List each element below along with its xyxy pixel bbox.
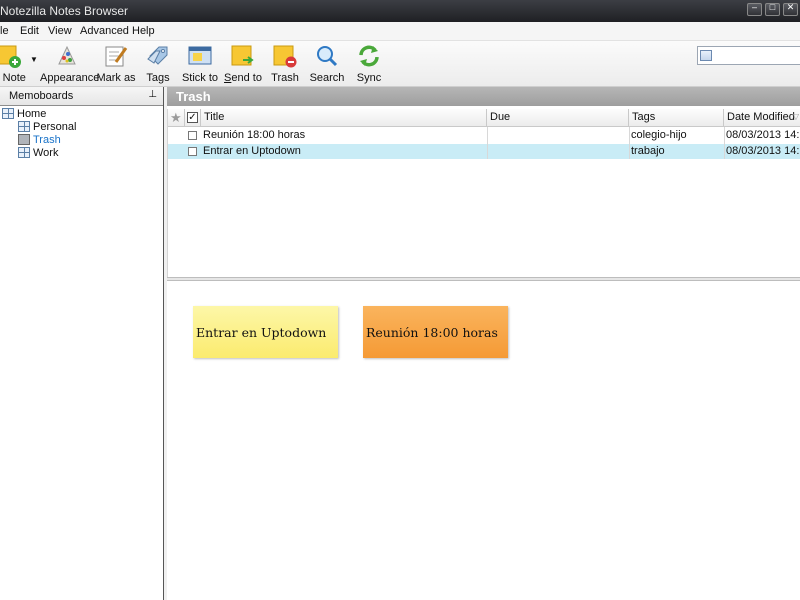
window-title: Notezilla Notes Browser [0,4,129,18]
row-checkbox[interactable] [188,131,197,140]
sync-icon [357,44,381,68]
trash-label: Trash [271,72,299,84]
checkmark-icon: ✓ [187,112,198,123]
sticky-note[interactable]: Entrar en Uptodown [193,306,338,358]
memoboards-panel: Memoboards ⊥ Home Personal Trash Work [0,87,164,600]
row-tags: colegio-hijo [631,129,687,141]
column-due-label: Due [490,111,511,123]
menu-edit[interactable]: Edit [20,25,39,37]
quick-search-input[interactable] [697,46,800,65]
close-button[interactable]: ✕ [783,2,798,16]
column-tags-label: Tags [632,111,656,123]
appearance-label: Appearance [40,72,100,84]
menu-file[interactable]: le [0,25,9,37]
search-button[interactable]: Search [308,44,346,84]
stick-to-icon [188,44,212,68]
trash-board-icon [18,134,30,145]
new-note-button[interactable]: v Note [0,44,32,84]
memoboards-header: Memoboards ⊥ [0,87,163,106]
column-tags[interactable]: Tags [629,109,724,127]
appearance-icon [55,44,79,68]
row-title: Reunión 18:00 horas [203,129,306,141]
sort-icon: ▽ [792,112,799,121]
menu-bar: le Edit View Advanced Help [0,22,800,41]
row-tags: trabajo [631,145,665,157]
mark-as-label: Mark as [96,72,136,84]
maximize-button[interactable]: □ [765,2,780,16]
column-date-modified[interactable]: Date Modified ▽ [724,109,800,127]
trash-icon [273,44,297,68]
new-note-label: v Note [0,72,26,84]
sticky-note[interactable]: Reunión 18:00 horas [363,306,508,358]
send-to-button[interactable]: Send to [224,44,262,84]
column-title[interactable]: Title [201,109,487,127]
send-to-label: Send to [224,72,262,84]
notes-canvas: Entrar en Uptodown Reunión 18:00 horas [167,281,800,600]
row-date-modified: 08/03/2013 14:14: [726,129,800,141]
new-note-icon [0,44,22,68]
trash-button[interactable]: Trash [268,44,302,84]
toolbar: v Note ▼ Appearance Mark as Tags Stick t… [0,41,800,87]
table-row[interactable]: Entrar en Uptodown trabajo 08/03/2013 14… [168,144,800,159]
tree-item-label: Personal [33,121,77,133]
tags-label: Tags [146,72,170,84]
tree-item-trash[interactable]: Trash [18,134,61,147]
sync-label: Sync [356,72,382,84]
sync-button[interactable]: Sync [352,44,386,84]
board-title: Trash [167,87,800,106]
note-filter-icon [700,50,712,61]
new-note-dropdown-icon[interactable]: ▼ [30,55,38,64]
memoboard-pane: Trash ★ ✓ Title Due Tags Date Modified ▽… [167,87,800,600]
title-bar: Notezilla Notes Browser – □ ✕ [0,0,800,22]
stick-to-label: Stick to [181,72,219,84]
pin-icon[interactable]: ⊥ [148,89,157,100]
column-check[interactable]: ✓ [185,109,201,127]
notes-list: ★ ✓ Title Due Tags Date Modified ▽ Reuni… [167,109,800,277]
column-divider [724,127,725,159]
row-title: Entrar en Uptodown [203,145,301,157]
column-star[interactable]: ★ [168,109,185,127]
memoboard-icon [18,147,30,158]
send-to-icon [231,44,255,68]
mark-as-button[interactable]: Mark as [96,44,136,84]
row-date-modified: 08/03/2013 14:10: [726,145,800,157]
column-divider [629,127,630,159]
tree-item-label: Trash [33,134,61,146]
tree-item-label: Home [17,108,47,120]
memoboard-icon [2,108,14,119]
mark-as-icon [104,44,128,68]
tags-icon [146,44,170,68]
menu-advanced[interactable]: Advanced [80,25,129,37]
appearance-button[interactable]: Appearance [40,44,100,84]
memoboard-icon [18,121,30,132]
search-icon [315,44,339,68]
column-due[interactable]: Due [487,109,629,127]
tree-item-work[interactable]: Work [18,147,58,160]
tree-item-label: Work [33,147,59,159]
minimize-button[interactable]: – [747,2,762,16]
star-icon: ★ [170,110,182,125]
column-date-modified-label: Date Modified [727,111,795,123]
tree-item-personal[interactable]: Personal [18,121,76,134]
memoboards-title: Memoboards [9,90,74,102]
table-row[interactable]: Reunión 18:00 horas colegio-hijo 08/03/2… [168,128,800,143]
column-title-label: Title [204,111,225,123]
row-checkbox[interactable] [188,147,197,156]
menu-view[interactable]: View [48,25,72,37]
tags-button[interactable]: Tags [142,44,174,84]
tree-item-home[interactable]: Home [2,108,46,121]
sticky-note-text: Entrar en Uptodown [196,325,327,340]
sticky-note-text: Reunión 18:00 horas [366,325,498,340]
stick-to-button[interactable]: Stick to [181,44,219,84]
window-controls: – □ ✕ [747,2,798,16]
menu-help[interactable]: Help [132,25,155,37]
column-divider [487,127,488,159]
search-label: Search [309,72,345,84]
